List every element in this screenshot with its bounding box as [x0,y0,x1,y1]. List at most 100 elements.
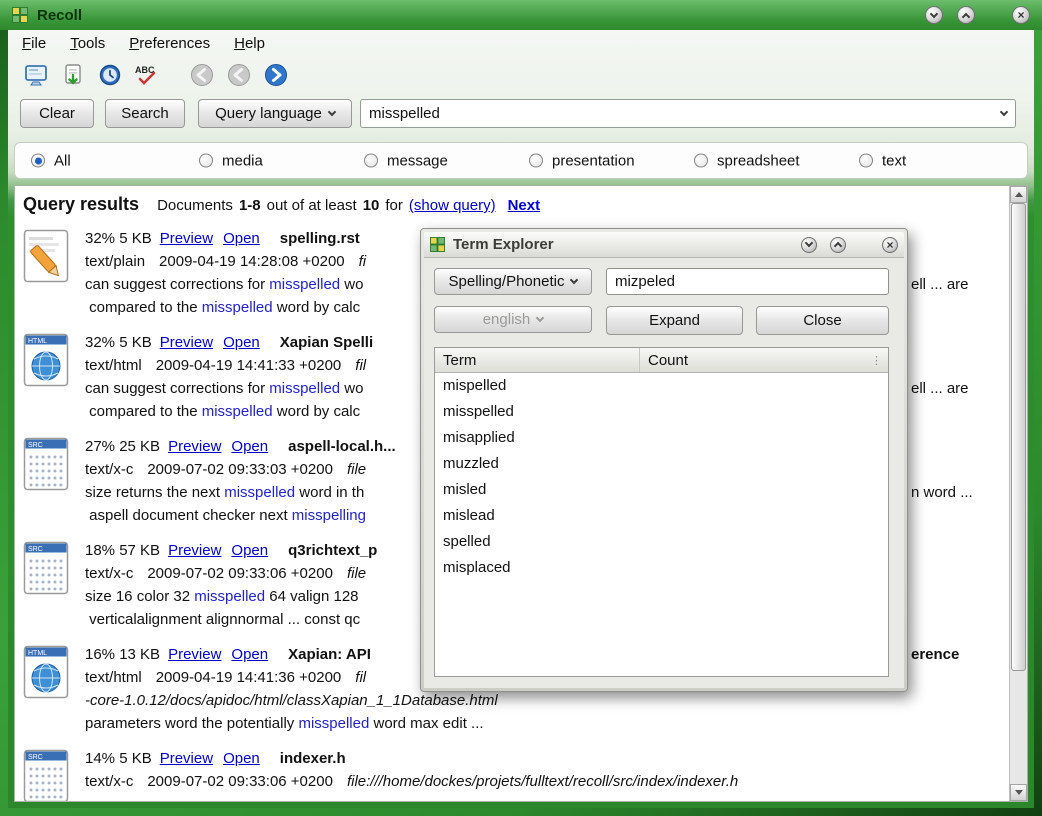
radio-icon[interactable] [694,154,708,168]
count-cell [640,503,888,529]
count-column-header[interactable]: Count [640,352,888,369]
source-icon: SRC [23,435,71,527]
highlighted-term: misspelled [269,276,340,293]
term-row[interactable]: misled [435,477,888,503]
term-row[interactable]: misspelled [435,399,888,425]
open-link[interactable]: Open [223,230,260,247]
filter-label: presentation [552,152,635,169]
dialog-title: Term Explorer [453,236,554,253]
term-row[interactable]: mispelled [435,373,888,399]
menu-file[interactable]: File [22,35,46,52]
results-header: Query results Documents 1-8 out of at le… [23,194,1009,220]
open-link[interactable]: Open [231,646,268,663]
source-icon: SRC [23,747,71,801]
filter-presentation[interactable]: presentation [529,152,635,169]
shade-icon[interactable] [801,237,817,253]
term-input[interactable] [606,268,889,295]
query-language-dropdown[interactable]: Query language [198,99,352,128]
results-scrollbar[interactable] [1009,186,1027,801]
docs-label: Documents [157,197,233,214]
radio-icon[interactable] [364,154,378,168]
preview-link[interactable]: Preview [160,750,213,767]
radio-icon[interactable] [199,154,213,168]
open-link[interactable]: Open [231,438,268,455]
term-cell: spelled [435,529,640,555]
history-clock-icon[interactable] [96,61,123,88]
preview-link[interactable]: Preview [168,438,221,455]
snippet-text: word by calc [273,299,361,316]
doc-url: fil [355,357,366,374]
search-input[interactable] [361,105,993,122]
source-icon: SRC [23,539,71,631]
relevance-size: 32% 5 KB [85,334,152,351]
open-link[interactable]: Open [231,542,268,559]
snippet-text: word by calc [273,403,361,420]
term-column-header[interactable]: Term [435,348,640,372]
filter-message[interactable]: message [364,152,448,169]
clear-button[interactable]: Clear [20,99,94,128]
close-icon[interactable]: × [1012,6,1030,24]
term-row[interactable]: misplaced [435,555,888,581]
mime-type: text/x-c [85,565,133,582]
close-dialog-button[interactable]: Close [756,306,889,335]
filter-all[interactable]: All [31,152,71,169]
term-table-body: mispelledmisspelledmisappliedmuzzledmisl… [435,373,888,581]
restore-icon[interactable] [957,6,975,24]
docs-range: 1-8 [239,197,261,214]
menu-preferences[interactable]: Preferences [129,35,210,52]
spellcheck-abc-icon[interactable]: ABC [133,61,160,88]
query-language-label: Query language [215,105,322,122]
title-bar[interactable]: Recoll × [0,0,1042,30]
open-link[interactable]: Open [223,750,260,767]
preview-link[interactable]: Preview [168,646,221,663]
menu-tools[interactable]: Tools [70,35,105,52]
menu-help[interactable]: Help [234,35,265,52]
page-forward-icon[interactable] [262,61,289,88]
expansion-mode-dropdown[interactable]: Spelling/Phonetic [434,268,592,295]
term-explorer-dialog: Term Explorer × Spelling/Phonetic englis… [420,228,908,692]
term-row[interactable]: mislead [435,503,888,529]
snippet-text: 64 valign 128 [265,588,358,605]
page-back-alt-icon[interactable] [225,61,252,88]
radio-icon[interactable] [529,154,543,168]
radio-icon[interactable] [31,154,45,168]
search-button[interactable]: Search [105,99,185,128]
app-icon [430,237,445,252]
restore-icon[interactable] [830,237,846,253]
relevance-size: 27% 25 KB [85,438,160,455]
save-document-icon[interactable] [59,61,86,88]
preview-link[interactable]: Preview [168,542,221,559]
scroll-up-icon[interactable] [1010,186,1027,203]
doc-url: file [347,565,366,582]
scroll-down-icon[interactable] [1010,784,1027,801]
filter-label: message [387,152,448,169]
radio-icon[interactable] [859,154,873,168]
expand-button[interactable]: Expand [606,306,743,335]
term-row[interactable]: misapplied [435,425,888,451]
filter-media[interactable]: media [199,152,263,169]
filter-spreadsheet[interactable]: spreadsheet [694,152,800,169]
scrollbar-thumb[interactable] [1011,203,1026,671]
mime-type: text/x-c [85,461,133,478]
term-explorer-titlebar[interactable]: Term Explorer × [424,232,904,258]
page-back-icon[interactable] [188,61,215,88]
result-table-icon[interactable] [22,61,49,88]
filter-label: media [222,152,263,169]
shade-icon[interactable] [925,6,943,24]
term-row[interactable]: spelled [435,529,888,555]
close-icon[interactable]: × [882,237,898,253]
next-page-link[interactable]: Next [508,197,541,214]
result-headline: 14% 5 KBPreviewOpenindexer.h [85,747,1009,770]
show-query-link[interactable]: (show query) [409,197,496,214]
snippet-text: compared to the [85,299,202,316]
open-link[interactable]: Open [223,334,260,351]
term-cell: misplaced [435,555,640,581]
preview-link[interactable]: Preview [160,334,213,351]
header-menu-icon[interactable]: ⋮ [871,354,883,367]
combo-dropdown-icon[interactable] [993,100,1015,127]
filter-text[interactable]: text [859,152,906,169]
preview-link[interactable]: Preview [160,230,213,247]
doc-date: 2009-04-19 14:41:36 +0200 [156,669,342,686]
language-dropdown[interactable]: english [434,306,592,333]
term-row[interactable]: muzzled [435,451,888,477]
